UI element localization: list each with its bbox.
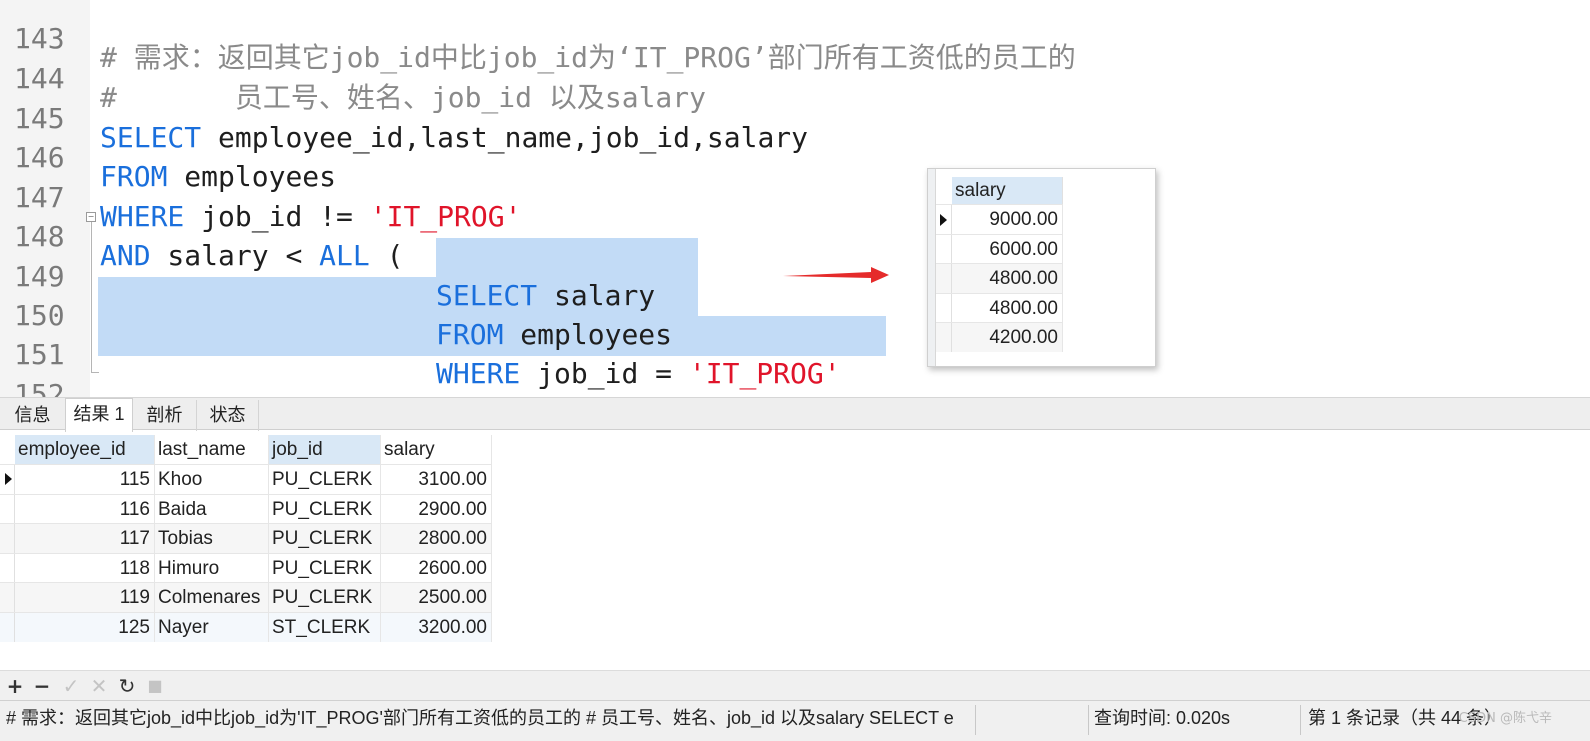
- cell-job-id[interactable]: PU_CLERK: [269, 583, 381, 612]
- cell-job-id[interactable]: PU_CLERK: [269, 494, 381, 524]
- refresh-icon[interactable]: ↻: [116, 675, 138, 697]
- popup-row[interactable]: 6000.00: [936, 233, 1063, 263]
- column-header-employee-id[interactable]: employee_id: [15, 435, 155, 464]
- row-indicator: [0, 553, 15, 583]
- code-line-147: 147 WHERE job_id != 'IT_PROG': [0, 159, 1590, 233]
- status-query-text: # 需求：返回其它job_id中比job_id为'IT_PROG'部门所有工资低…: [6, 708, 954, 728]
- code-line-144: 144 # 员工号、姓名、job_id 以及salary: [0, 40, 1590, 114]
- cell-salary[interactable]: 2900.00: [381, 494, 492, 524]
- cell-job-id[interactable]: PU_CLERK: [269, 553, 381, 583]
- row-indicator: [936, 323, 952, 352]
- cell-last-name[interactable]: Tobias: [155, 524, 269, 553]
- popup-cell-salary[interactable]: 4800.00: [952, 264, 1063, 293]
- row-indicator: [0, 613, 15, 642]
- stop-icon[interactable]: ■: [144, 675, 166, 697]
- popup-column-header-salary[interactable]: salary: [952, 177, 1063, 204]
- status-separator: [1088, 705, 1089, 735]
- cell-employee-id[interactable]: 116: [15, 494, 155, 524]
- result-tabs: 信息 结果 1 剖析 状态: [0, 397, 1590, 432]
- red-arrow-icon: [783, 267, 889, 283]
- fold-toggle-icon[interactable]: −: [86, 212, 96, 222]
- code-line-152: 152 );: [0, 356, 1590, 397]
- row-indicator: [936, 205, 952, 234]
- cell-last-name[interactable]: Nayer: [155, 613, 269, 642]
- cell-salary[interactable]: 2600.00: [381, 553, 492, 583]
- apply-changes-icon[interactable]: ✓: [60, 675, 82, 697]
- cell-salary[interactable]: 2500.00: [381, 583, 492, 612]
- popup-row[interactable]: 4200.00: [936, 322, 1063, 352]
- code-line-148: 148 AND salary < ALL (: [0, 198, 1590, 272]
- popup-row[interactable]: 9000.00: [936, 204, 1063, 234]
- table-row[interactable]: 118 Himuro PU_CLERK 2600.00: [0, 552, 492, 583]
- status-query-time: 查询时间: 0.020s: [1094, 708, 1231, 728]
- row-indicator: [936, 234, 952, 263]
- status-separator: [975, 705, 976, 735]
- cell-job-id[interactable]: ST_CLERK: [269, 613, 381, 642]
- discard-changes-icon[interactable]: ✕: [88, 675, 110, 697]
- table-row[interactable]: 116 Baida PU_CLERK 2900.00: [0, 493, 492, 524]
- table-row[interactable]: 119 Colmenares PU_CLERK 2500.00: [0, 582, 492, 612]
- grid-toolbar: + − ✓ ✕ ↻ ■: [0, 670, 1590, 700]
- column-header-salary[interactable]: salary: [381, 435, 492, 464]
- subquery-result-popup: salary 9000.00 6000.00 4800.00 4800.00 4…: [927, 168, 1156, 367]
- popup-cell-salary[interactable]: 9000.00: [952, 205, 1063, 234]
- tab-profile[interactable]: 剖析: [133, 400, 197, 431]
- row-indicator: [0, 494, 15, 524]
- cell-salary[interactable]: 3100.00: [381, 465, 492, 494]
- row-indicator: [936, 264, 952, 293]
- cell-last-name[interactable]: Khoo: [155, 465, 269, 494]
- cell-salary[interactable]: 3200.00: [381, 613, 492, 642]
- fold-guide-end: [91, 372, 99, 373]
- tab-status[interactable]: 状态: [197, 400, 259, 431]
- fold-guide: [91, 222, 92, 372]
- current-row-icon: [940, 214, 947, 226]
- cell-employee-id[interactable]: 115: [15, 465, 155, 494]
- column-header-job-id[interactable]: job_id: [269, 435, 381, 464]
- code-line-151: 151 WHERE job_id = 'IT_PROG': [0, 316, 1590, 390]
- row-indicator: [0, 583, 15, 612]
- code-line-146: 146 FROM employees: [0, 119, 1590, 193]
- popup-left-strip: [928, 169, 936, 366]
- sql-editor[interactable]: 143 # 需求：返回其它job_id中比job_id为‘IT_PROG’部门所…: [0, 0, 1590, 397]
- watermark-text: CSDN @陈弋辛: [1458, 711, 1552, 726]
- table-row[interactable]: 117 Tobias PU_CLERK 2800.00: [0, 523, 492, 553]
- popup-cell-salary[interactable]: 4200.00: [952, 323, 1063, 352]
- cell-job-id[interactable]: PU_CLERK: [269, 465, 381, 494]
- row-indicator: [0, 465, 15, 494]
- row-indicator: [0, 524, 15, 553]
- table-row[interactable]: 115 Khoo PU_CLERK 3100.00: [0, 464, 492, 494]
- status-bar: # 需求：返回其它job_id中比job_id为'IT_PROG'部门所有工资低…: [0, 700, 1590, 741]
- line-number: 152: [14, 378, 65, 397]
- cell-job-id[interactable]: PU_CLERK: [269, 524, 381, 553]
- row-indicator: [936, 293, 952, 322]
- cell-last-name[interactable]: Colmenares: [155, 583, 269, 612]
- cell-employee-id[interactable]: 119: [15, 583, 155, 612]
- tab-result-1[interactable]: 结果 1: [65, 398, 133, 432]
- code-line-145: 145 SELECT employee_id,last_name,job_id,…: [0, 80, 1590, 154]
- cell-last-name[interactable]: Baida: [155, 494, 269, 524]
- status-separator: [1300, 705, 1301, 735]
- cell-employee-id[interactable]: 125: [15, 613, 155, 642]
- current-row-icon: [5, 473, 12, 485]
- table-row[interactable]: 125 Nayer ST_CLERK 3200.00: [0, 612, 492, 642]
- cell-last-name[interactable]: Himuro: [155, 553, 269, 583]
- popup-row[interactable]: 4800.00: [936, 263, 1063, 293]
- cell-employee-id[interactable]: 117: [15, 524, 155, 553]
- cell-employee-id[interactable]: 118: [15, 553, 155, 583]
- cell-salary[interactable]: 2800.00: [381, 524, 492, 553]
- popup-cell-salary[interactable]: 4800.00: [952, 293, 1063, 322]
- popup-cell-salary[interactable]: 6000.00: [952, 234, 1063, 263]
- column-header-last-name[interactable]: last_name: [155, 435, 269, 464]
- tab-info[interactable]: 信息: [0, 400, 66, 431]
- delete-record-icon[interactable]: −: [31, 675, 53, 697]
- add-record-icon[interactable]: +: [4, 675, 26, 697]
- code-line-143: 143 # 需求：返回其它job_id中比job_id为‘IT_PROG’部门所…: [0, 0, 1590, 74]
- popup-row[interactable]: 4800.00: [936, 292, 1063, 322]
